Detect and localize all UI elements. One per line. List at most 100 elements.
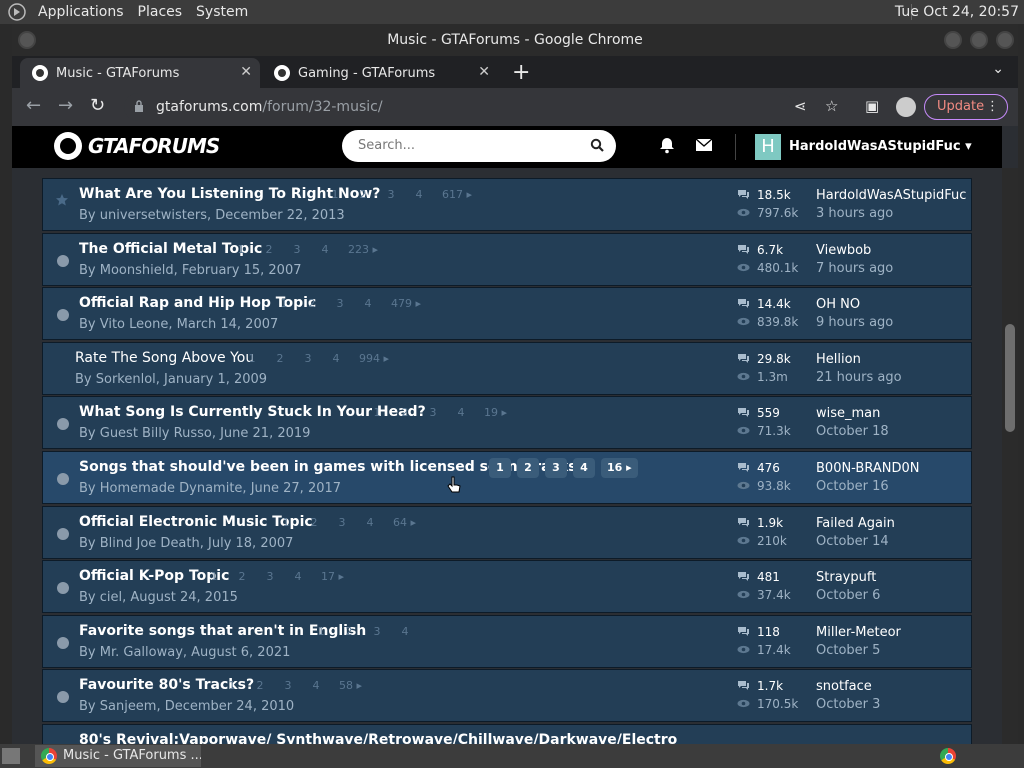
- distro-logo-icon[interactable]: [6, 2, 28, 22]
- envelope-icon[interactable]: [695, 136, 713, 154]
- page-link[interactable]: 2: [231, 567, 253, 587]
- last-post-time[interactable]: October 14: [816, 534, 889, 549]
- maximize-icon[interactable]: [970, 31, 988, 49]
- topic-row[interactable]: Official Rap and Hip Hop Topic By Vito Le…: [42, 287, 972, 340]
- topic-row[interactable]: Songs that should've been in games with …: [42, 451, 972, 504]
- page-link[interactable]: 2: [517, 458, 539, 478]
- scroll-thumb[interactable]: [1005, 324, 1015, 432]
- page-link[interactable]: 3: [545, 458, 567, 478]
- page-link[interactable]: 2: [258, 240, 280, 260]
- show-desktop-icon[interactable]: [2, 748, 20, 764]
- page-link[interactable]: 4: [359, 513, 381, 533]
- minimize-icon[interactable]: [944, 31, 962, 49]
- page-link[interactable]: 3: [380, 185, 402, 205]
- site-logo[interactable]: GTAFORUMS: [54, 132, 220, 160]
- page-link[interactable]: 2: [394, 403, 416, 423]
- last-post-time[interactable]: 9 hours ago: [816, 315, 893, 330]
- last-post-time[interactable]: October 5: [816, 643, 880, 658]
- back-icon[interactable]: ←: [26, 95, 41, 116]
- page-link[interactable]: 1: [366, 403, 388, 423]
- user-avatar[interactable]: H: [755, 134, 781, 160]
- page-link[interactable]: 4: [305, 676, 327, 696]
- page-link[interactable]: 1: [230, 240, 252, 260]
- topic-title-link[interactable]: 80's Revival:Vaporwave/ Synthwave/Retrow…: [79, 732, 677, 744]
- last-poster-link[interactable]: B00N-BRAND0N: [816, 461, 919, 476]
- topic-row[interactable]: The Official Metal Topic By Moonshield, F…: [42, 233, 972, 286]
- page-link[interactable]: 1: [489, 458, 511, 478]
- page-link[interactable]: 1: [324, 185, 346, 205]
- page-link[interactable]: 2: [352, 185, 374, 205]
- page-link[interactable]: 3: [331, 513, 353, 533]
- new-tab-icon[interactable]: +: [512, 60, 530, 85]
- page-link[interactable]: 223 ▸: [342, 240, 384, 260]
- page-link[interactable]: 3: [259, 567, 281, 587]
- page-link[interactable]: 1: [241, 349, 263, 369]
- page-link[interactable]: 4: [450, 403, 472, 423]
- page-link[interactable]: 1: [275, 513, 297, 533]
- topic-row[interactable]: What Song Is Currently Stuck In Your Hea…: [42, 396, 972, 449]
- bell-icon[interactable]: [658, 136, 676, 154]
- last-post-time[interactable]: October 18: [816, 424, 889, 439]
- topic-title-link[interactable]: Rate The Song Above You: [75, 350, 254, 366]
- last-poster-link[interactable]: Failed Again: [816, 516, 895, 531]
- last-poster-link[interactable]: HardoldWasAStupidFuc: [816, 188, 966, 203]
- last-poster-link[interactable]: snotface: [816, 679, 872, 694]
- page-link[interactable]: 58 ▸: [333, 676, 368, 696]
- window-menu-icon[interactable]: [18, 31, 36, 49]
- share-icon[interactable]: ⋖: [794, 97, 807, 115]
- page-link[interactable]: 4: [325, 349, 347, 369]
- tab-gaming[interactable]: Gaming - GTAForums ✕: [262, 58, 498, 88]
- last-poster-link[interactable]: Hellion: [816, 352, 861, 367]
- page-link[interactable]: 16 ▸: [601, 458, 638, 478]
- tab-music[interactable]: Music - GTAForums ✕: [20, 58, 260, 88]
- topic-row[interactable]: Official K-Pop Topic By ciel, August 24, …: [42, 560, 972, 613]
- search-icon[interactable]: [590, 138, 604, 152]
- search-input[interactable]: Search...: [342, 130, 616, 162]
- topic-row[interactable]: What Are You Listening To Right Now? By u…: [42, 178, 972, 231]
- tray-chrome-icon[interactable]: [940, 748, 956, 764]
- window-titlebar[interactable]: Music - GTAForums - Google Chrome: [12, 24, 1018, 56]
- profile-avatar-icon[interactable]: [896, 97, 916, 117]
- page-link[interactable]: 3: [277, 676, 299, 696]
- last-poster-link[interactable]: Viewbob: [816, 243, 871, 258]
- page-scrollbar[interactable]: [1002, 168, 1018, 744]
- tab-search-chevron-icon[interactable]: ⌄: [992, 61, 1004, 77]
- topic-row[interactable]: Rate The Song Above You By Sorkenlol, Jan…: [42, 342, 972, 395]
- update-button[interactable]: Update ⋮: [924, 94, 1008, 120]
- topic-row[interactable]: 80's Revival:Vaporwave/ Synthwave/Retrow…: [42, 724, 972, 744]
- page-link[interactable]: 3: [366, 622, 388, 642]
- page-link[interactable]: 2: [303, 513, 325, 533]
- last-post-time[interactable]: October 6: [816, 588, 880, 603]
- page-link[interactable]: 2: [301, 294, 323, 314]
- page-link[interactable]: 1: [221, 676, 243, 696]
- last-poster-link[interactable]: Miller-Meteor: [816, 625, 901, 640]
- page-link[interactable]: 1: [310, 622, 332, 642]
- forward-icon[interactable]: →: [58, 95, 73, 116]
- page-link[interactable]: 1: [203, 567, 225, 587]
- reload-icon[interactable]: ↻: [90, 95, 105, 116]
- page-link[interactable]: 4: [357, 294, 379, 314]
- menu-system[interactable]: System: [196, 4, 248, 20]
- close-window-icon[interactable]: [996, 31, 1014, 49]
- page-link[interactable]: 2: [249, 676, 271, 696]
- page-link[interactable]: 17 ▸: [315, 567, 350, 587]
- page-link[interactable]: 3: [422, 403, 444, 423]
- last-post-time[interactable]: October 16: [816, 479, 889, 494]
- bookmark-star-icon[interactable]: ☆: [825, 97, 838, 115]
- last-post-time[interactable]: 7 hours ago: [816, 261, 893, 276]
- close-tab-icon[interactable]: ✕: [240, 64, 252, 80]
- side-panel-icon[interactable]: ▣: [865, 97, 879, 115]
- page-link[interactable]: 1: [273, 294, 295, 314]
- page-link[interactable]: 4: [408, 185, 430, 205]
- panel-clock[interactable]: Tue Oct 24, 20:57: [895, 4, 1019, 20]
- user-menu[interactable]: HardoldWasAStupidFuc ▾: [789, 139, 972, 154]
- page-link[interactable]: 4: [573, 458, 595, 478]
- close-tab-icon[interactable]: ✕: [478, 64, 490, 80]
- page-link[interactable]: 994 ▸: [353, 349, 395, 369]
- last-poster-link[interactable]: Straypuft: [816, 570, 876, 585]
- page-link[interactable]: 479 ▸: [385, 294, 427, 314]
- topic-row[interactable]: Official Electronic Music Topic By Blind …: [42, 506, 972, 559]
- taskbar-item-chrome[interactable]: Music - GTAForums ...: [35, 745, 201, 767]
- topic-row[interactable]: Favorite songs that aren't in English By …: [42, 615, 972, 668]
- last-post-time[interactable]: 3 hours ago: [816, 206, 893, 221]
